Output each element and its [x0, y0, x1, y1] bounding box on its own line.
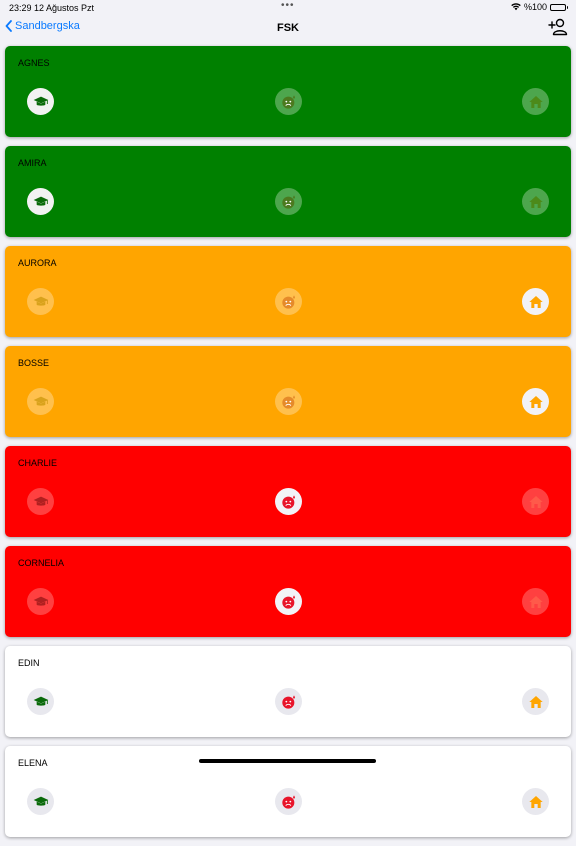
- sick-status-button[interactable]: [275, 788, 302, 815]
- graduation-cap-icon: [33, 694, 49, 710]
- graduation-cap-icon: [33, 94, 49, 110]
- home-icon: [528, 294, 544, 310]
- battery-icon: [550, 3, 568, 11]
- student-card[interactable]: AMIRA: [5, 146, 571, 237]
- person-add-icon: [548, 18, 568, 36]
- navigation-bar: Sandbergska FSK: [0, 14, 576, 42]
- sick-status-button[interactable]: [275, 288, 302, 315]
- school-status-button[interactable]: [27, 88, 54, 115]
- graduation-cap-icon: [33, 594, 49, 610]
- student-name: CHARLIE: [18, 458, 58, 468]
- home-icon: [528, 794, 544, 810]
- sad-face-icon: [281, 794, 297, 810]
- status-date: 12 Ağustos Pzt: [34, 3, 95, 13]
- home-status-button[interactable]: [522, 488, 549, 515]
- student-name: AURORA: [18, 258, 57, 268]
- multitasking-dots[interactable]: •••: [281, 0, 295, 11]
- school-status-button[interactable]: [27, 788, 54, 815]
- student-name: AGNES: [18, 58, 50, 68]
- student-card[interactable]: AGNES: [5, 46, 571, 137]
- student-card[interactable]: AURORA: [5, 246, 571, 337]
- sad-face-icon: [281, 594, 297, 610]
- school-status-button[interactable]: [27, 488, 54, 515]
- home-icon: [528, 194, 544, 210]
- home-status-button[interactable]: [522, 588, 549, 615]
- status-bar: 23:29 12 Ağustos Pzt ••• %100: [0, 0, 576, 14]
- graduation-cap-icon: [33, 494, 49, 510]
- home-icon: [528, 94, 544, 110]
- sick-status-button[interactable]: [275, 488, 302, 515]
- sick-status-button[interactable]: [275, 88, 302, 115]
- home-icon: [528, 494, 544, 510]
- student-name: BOSSE: [18, 358, 50, 368]
- graduation-cap-icon: [33, 294, 49, 310]
- student-name: ELENA: [18, 758, 48, 768]
- student-name: EDIN: [18, 658, 40, 668]
- home-status-button[interactable]: [522, 288, 549, 315]
- home-status-button[interactable]: [522, 788, 549, 815]
- student-card[interactable]: EDIN: [5, 646, 571, 737]
- sad-face-icon: [281, 294, 297, 310]
- home-status-button[interactable]: [522, 388, 549, 415]
- status-time: 23:29: [9, 3, 32, 13]
- home-icon: [528, 394, 544, 410]
- battery-percent: %100: [523, 2, 547, 12]
- sick-status-button[interactable]: [275, 688, 302, 715]
- sick-status-button[interactable]: [275, 388, 302, 415]
- graduation-cap-icon: [33, 394, 49, 410]
- sad-face-icon: [281, 94, 297, 110]
- student-name: CORNELIA: [18, 558, 65, 568]
- sick-status-button[interactable]: [275, 188, 302, 215]
- student-list: AGNES AMIRA AURORA BOSSE CHARLIE CORNELIA EDIN…: [5, 46, 571, 846]
- sad-face-icon: [281, 394, 297, 410]
- home-status-button[interactable]: [522, 88, 549, 115]
- school-status-button[interactable]: [27, 188, 54, 215]
- school-status-button[interactable]: [27, 288, 54, 315]
- sad-face-icon: [281, 194, 297, 210]
- page-title: FSK: [277, 22, 299, 34]
- wifi-icon: [511, 3, 521, 11]
- home-icon: [528, 694, 544, 710]
- home-icon: [528, 594, 544, 610]
- graduation-cap-icon: [33, 794, 49, 810]
- sad-face-icon: [281, 694, 297, 710]
- add-user-button[interactable]: [548, 18, 568, 41]
- sad-face-icon: [281, 494, 297, 510]
- status-right: %100: [511, 2, 568, 12]
- student-card[interactable]: CHARLIE: [5, 446, 571, 537]
- student-name: AMIRA: [18, 158, 47, 168]
- school-status-button[interactable]: [27, 588, 54, 615]
- student-card[interactable]: BOSSE: [5, 346, 571, 437]
- home-status-button[interactable]: [522, 688, 549, 715]
- student-card[interactable]: CORNELIA: [5, 546, 571, 637]
- sick-status-button[interactable]: [275, 588, 302, 615]
- school-status-button[interactable]: [27, 388, 54, 415]
- graduation-cap-icon: [33, 194, 49, 210]
- school-status-button[interactable]: [27, 688, 54, 715]
- home-indicator[interactable]: [199, 759, 376, 763]
- home-status-button[interactable]: [522, 188, 549, 215]
